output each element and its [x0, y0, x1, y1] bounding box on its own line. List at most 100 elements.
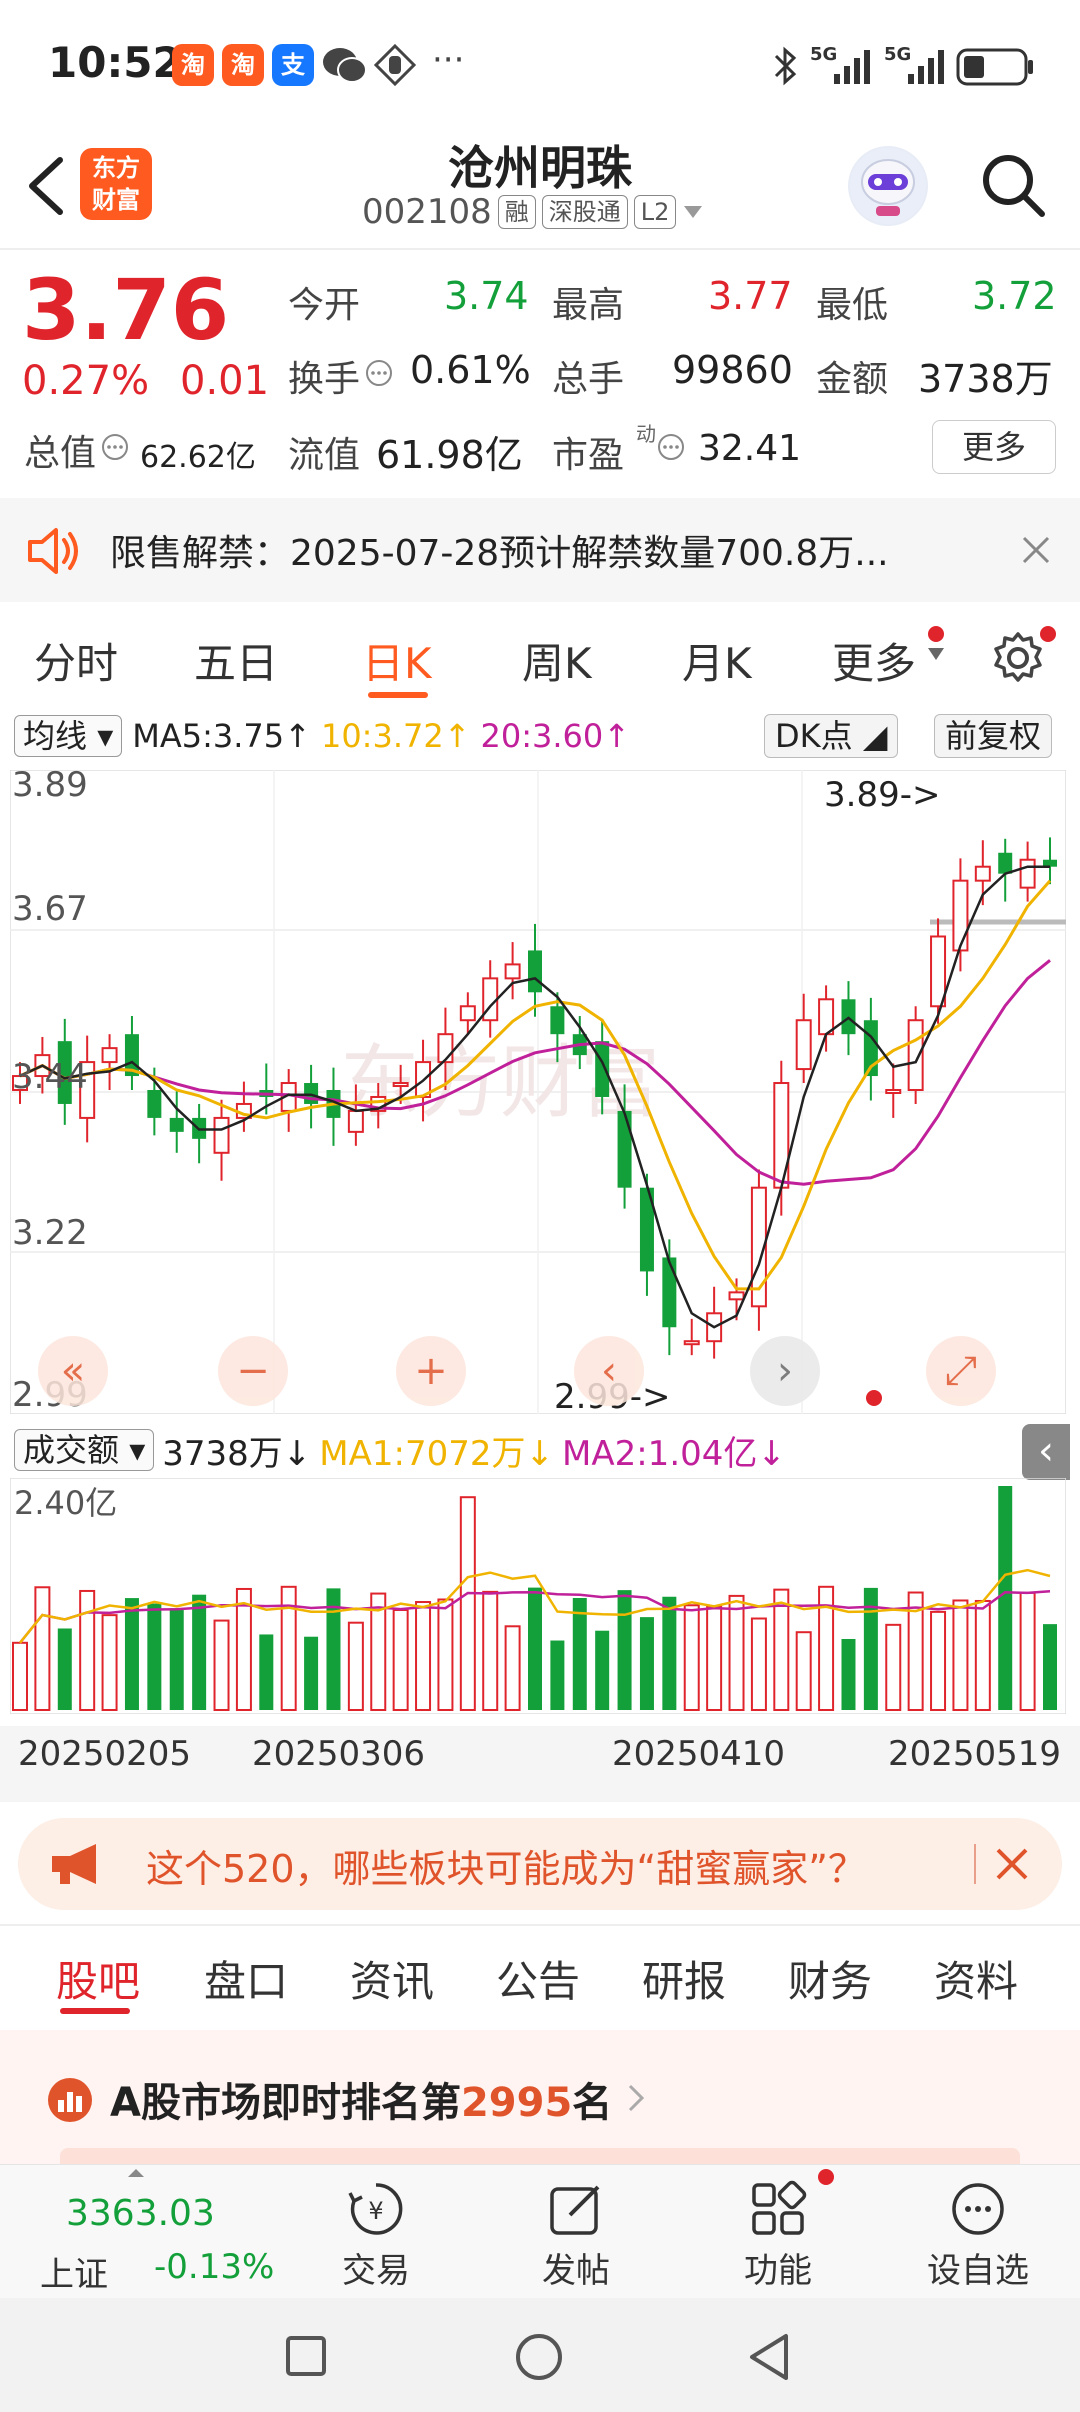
function-icon	[752, 2180, 807, 2235]
volume-bar-39	[885, 1623, 902, 1711]
scroll-left-button[interactable]: ‹	[574, 1336, 644, 1406]
marker-dot	[866, 1390, 882, 1406]
candle-6	[147, 1090, 162, 1118]
more-notifications: ···	[432, 40, 465, 80]
recent-apps-icon[interactable]	[284, 2334, 328, 2378]
ma20-value: 20:3.60↑	[481, 717, 631, 755]
candle-4	[101, 1047, 118, 1064]
candle-35	[795, 1019, 812, 1071]
volume-bar-43	[974, 1599, 991, 1711]
nav-functions-label: 功能	[744, 2251, 812, 2291]
tab-guba[interactable]: 股吧	[56, 1948, 140, 2009]
close-icon[interactable]	[1020, 534, 1052, 566]
tab-monthly-k[interactable]: 月K	[682, 630, 752, 691]
gear-icon[interactable]	[990, 630, 1046, 686]
volume-bar-45	[1019, 1591, 1036, 1711]
tab-order-book[interactable]: 盘口	[204, 1948, 288, 2009]
search-icon[interactable]	[978, 150, 1048, 220]
forward-adjust-button[interactable]: 前复权	[934, 714, 1053, 758]
stock-code-row[interactable]: 002108 融 深股通 L2	[362, 192, 704, 232]
dk-point-button[interactable]: DK点 ◢	[764, 714, 899, 758]
favorite-icon	[952, 2183, 1004, 2235]
dk-label: DK点	[775, 717, 853, 755]
info-icon[interactable]	[364, 358, 394, 388]
index-name: 上证	[40, 2255, 108, 2295]
volume-bar-15	[347, 1621, 364, 1711]
notification-dot	[928, 626, 944, 642]
high-value: 3.77	[708, 274, 793, 318]
back-icon[interactable]	[746, 2332, 792, 2382]
info-icon[interactable]	[100, 432, 130, 462]
unlock-notice-bar[interactable]: 限售解禁：2025-07-28预计解禁数量700.8万...	[0, 498, 1080, 602]
market-rank-row[interactable]: A股市场即时排名第2995名	[0, 2030, 1080, 2164]
volume-bar-19	[437, 1598, 454, 1711]
tab-five-day[interactable]: 五日	[194, 630, 278, 691]
volume-chart[interactable]: 2.40亿	[10, 1478, 1066, 1714]
volume-bar-33	[750, 1617, 767, 1711]
float-value-label: 流值	[288, 435, 361, 476]
amount-label: 金额	[816, 359, 889, 400]
volume-bar-11	[259, 1634, 274, 1710]
date-label-2: 20250306	[252, 1734, 426, 1774]
tab-intraday[interactable]: 分时	[34, 630, 118, 691]
collapse-side-button[interactable]: ‹	[1022, 1424, 1070, 1480]
ma-indicator-row: 均线 ▾ MA5:3.75↑ 10:3.72↑ 20:3.60↑	[14, 714, 630, 758]
megaphone-icon	[52, 1844, 96, 1884]
volume-bar-8	[192, 1594, 207, 1710]
tab-announcements[interactable]: 公告	[496, 1948, 580, 2009]
svg-text:¥: ¥	[368, 2197, 383, 2225]
open-label: 今开	[288, 285, 361, 326]
nav-functions[interactable]: 功能	[698, 2165, 858, 2299]
info-icon[interactable]	[656, 432, 686, 462]
volume-bar-30	[683, 1604, 700, 1711]
signal-icon	[834, 50, 870, 84]
volume-indicator-row: 成交额 ▾ 3738万↓ MA1:7072万↓ MA2:1.04亿↓	[14, 1426, 786, 1475]
tab-research[interactable]: 研报	[642, 1948, 726, 2009]
close-icon[interactable]	[994, 1846, 1030, 1882]
candle-17	[392, 1082, 409, 1088]
nav-add-favorite-label: 设自选	[927, 2251, 1029, 2291]
pe-value: 32.41	[698, 428, 802, 469]
volume-bar-6	[147, 1603, 162, 1710]
volume-bar-23	[528, 1587, 542, 1710]
volume-current-text: 3738万	[162, 1433, 283, 1474]
tab-profile[interactable]: 资料	[934, 1948, 1018, 2009]
tab-daily-k[interactable]: 日K	[362, 630, 432, 691]
index-value: 3363.03	[66, 2193, 215, 2234]
candle-9	[213, 1116, 230, 1154]
vol-ma2: MA2:1.04亿↓	[562, 1426, 786, 1475]
tab-more[interactable]: 更多	[832, 630, 916, 691]
volume-bar-20	[459, 1496, 476, 1712]
tab-weekly-k[interactable]: 周K	[522, 630, 592, 691]
promo-banner[interactable]: 这个520，哪些板块可能成为“甜蜜赢家”？	[18, 1818, 1062, 1910]
more-quote-button[interactable]: 更多	[932, 420, 1056, 474]
nav-add-favorite[interactable]: 设自选	[898, 2165, 1058, 2299]
caret-up-icon	[128, 2169, 144, 2177]
candlestick-chart[interactable]: 东方财富 3.89 3.67 3.44 3.22 2.99 3.89-> 2.9…	[10, 770, 1066, 1414]
candle-39	[885, 1089, 902, 1094]
tab-financials[interactable]: 财务	[788, 1948, 872, 2009]
date-axis: 20250205 20250306 20250410 20250519	[0, 1726, 1080, 1802]
current-price: 3.76	[22, 261, 230, 359]
zoom-in-button[interactable]: +	[396, 1336, 466, 1406]
tab-news[interactable]: 资讯	[350, 1948, 434, 2009]
nav-post[interactable]: 发帖	[496, 2165, 656, 2299]
volume-selector[interactable]: 成交额 ▾	[14, 1429, 155, 1471]
index-ticker[interactable]: 3363.03 上证 -0.13%	[0, 2165, 274, 2299]
fullscreen-button[interactable]: ⤢	[926, 1336, 996, 1406]
rank-number: 2995	[460, 2080, 573, 2126]
volume-bar-13	[304, 1636, 319, 1710]
stock-code: 002108	[362, 192, 492, 232]
change-percent: 0.27%	[22, 358, 150, 404]
banner-divider	[974, 1844, 976, 1884]
ma-selector[interactable]: 均线 ▾	[14, 715, 123, 757]
scroll-left-fast-button[interactable]: «	[38, 1336, 108, 1406]
status-bar: 10:52 淘 淘 支 ··· 5G 5G	[0, 0, 1080, 130]
volume-bar-29	[662, 1596, 677, 1710]
nav-trade[interactable]: ¥ 交易	[296, 2165, 456, 2299]
home-icon[interactable]	[514, 2332, 564, 2382]
zoom-out-button[interactable]: −	[218, 1336, 288, 1406]
ai-robot-icon[interactable]	[848, 146, 928, 226]
scroll-right-button[interactable]: ›	[750, 1336, 820, 1406]
low-value: 3.72	[972, 274, 1057, 318]
